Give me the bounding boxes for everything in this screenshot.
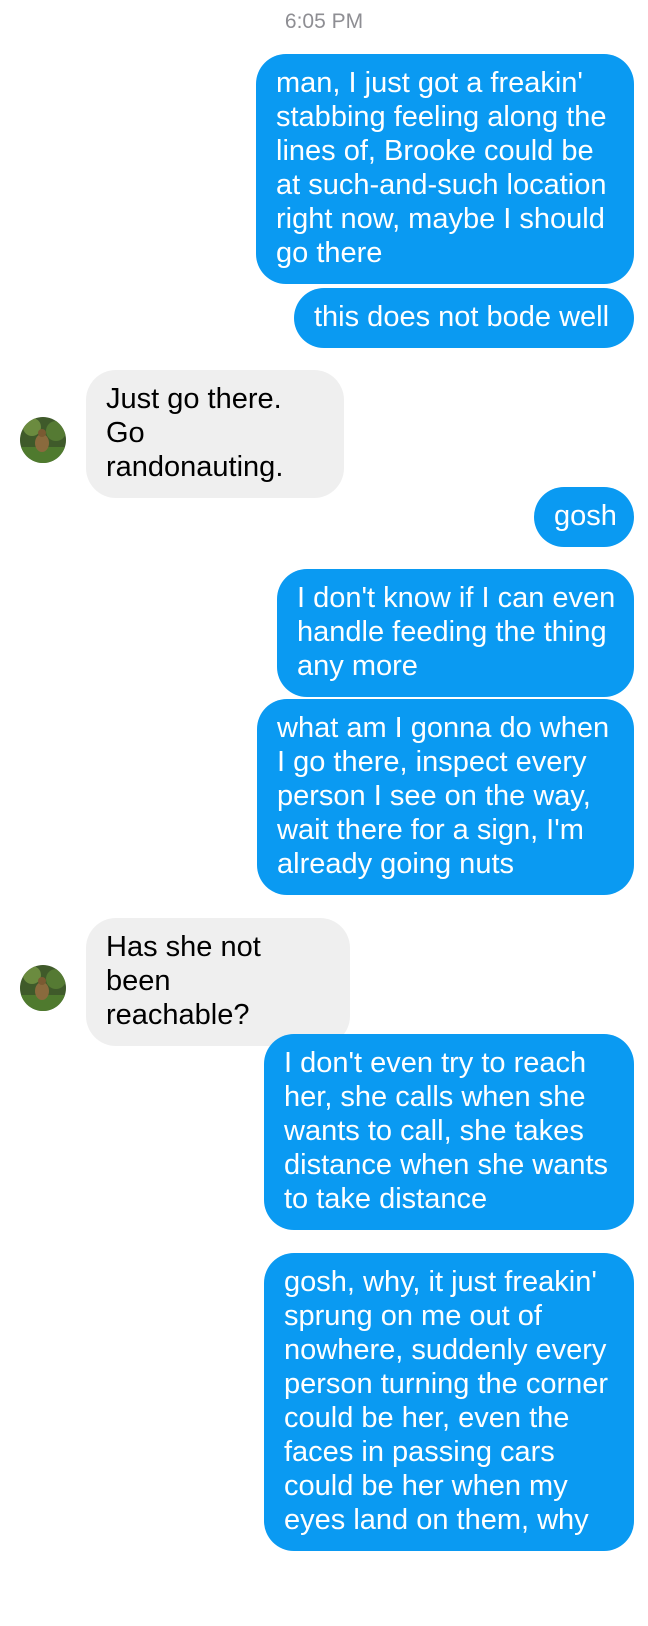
received-message[interactable]: Has she not been reachable? bbox=[86, 918, 350, 1046]
contact-avatar-icon[interactable] bbox=[20, 417, 66, 463]
timestamp: 6:05 PM bbox=[284, 10, 364, 33]
sent-message[interactable]: gosh bbox=[534, 487, 634, 547]
sent-message[interactable]: gosh, why, it just freakin' sprung on me… bbox=[264, 1253, 634, 1551]
contact-avatar-icon[interactable] bbox=[20, 965, 66, 1011]
sent-message[interactable]: I don't even try to reach her, she calls… bbox=[264, 1034, 634, 1230]
sent-message[interactable]: this does not bode well bbox=[294, 288, 634, 348]
sent-message[interactable]: I don't know if I can even handle feedin… bbox=[277, 569, 634, 697]
received-message[interactable]: Just go there. Go randonauting. bbox=[86, 370, 344, 498]
sent-message[interactable]: what am I gonna do when I go there, insp… bbox=[257, 699, 634, 895]
sent-message[interactable]: man, I just got a freakin' stabbing feel… bbox=[256, 54, 634, 284]
